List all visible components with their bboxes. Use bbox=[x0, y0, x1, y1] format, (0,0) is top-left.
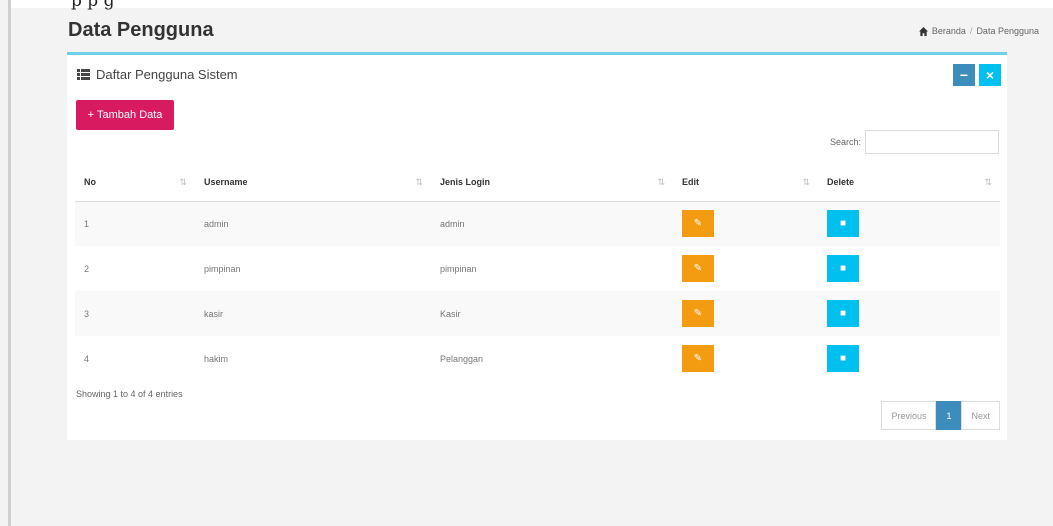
trash-icon: ■ bbox=[839, 308, 847, 319]
plus-icon: + bbox=[87, 109, 94, 121]
top-strip: p p g bbox=[11, 0, 1053, 11]
delete-button[interactable]: ■ bbox=[827, 255, 859, 282]
edit-icon: ✎ bbox=[693, 353, 703, 364]
breadcrumb: Beranda / Data Pengguna bbox=[918, 26, 1039, 36]
remove-button[interactable]: × bbox=[979, 64, 1001, 86]
pagination: Previous 1 Next bbox=[881, 401, 1000, 430]
row-delete-cell: ■ bbox=[818, 246, 1000, 291]
row-username: pimpinan bbox=[204, 263, 241, 274]
search-input[interactable] bbox=[865, 130, 999, 154]
edit-button[interactable]: ✎ bbox=[682, 345, 714, 372]
row-username: kasir bbox=[195, 291, 431, 336]
row-no: 4 bbox=[84, 353, 90, 364]
page-1-button[interactable]: 1 bbox=[936, 401, 962, 430]
add-data-button[interactable]: + Tambah Data bbox=[76, 100, 174, 130]
row-delete-cell: ■ bbox=[818, 336, 1000, 381]
delete-button[interactable]: ■ bbox=[827, 300, 859, 327]
next-page-button[interactable]: Next bbox=[961, 401, 1000, 430]
table-row: 2 pimpinan pimpinan ✎ ■ bbox=[75, 246, 1000, 291]
breadcrumb-separator: / bbox=[969, 26, 973, 36]
breadcrumb-current: Data Pengguna bbox=[976, 26, 1039, 36]
sort-icon: ⇅ bbox=[984, 177, 992, 187]
row-jenis-login: admin bbox=[431, 201, 673, 246]
row-no: 3 bbox=[75, 291, 195, 336]
search-wrap: Search: bbox=[830, 130, 999, 154]
row-edit-cell: ✎ bbox=[673, 336, 818, 381]
edit-icon: ✎ bbox=[693, 308, 703, 319]
row-delete-cell: ■ bbox=[818, 291, 1000, 336]
collapse-button[interactable]: − bbox=[953, 64, 975, 86]
box-title-text: Daftar Pengguna Sistem bbox=[96, 67, 238, 82]
users-table: No ⇅ Username ⇅ Jenis Login ⇅ Edit ⇅ Delete ⇅… bbox=[75, 163, 1000, 381]
search-label: Search: bbox=[829, 137, 861, 147]
sort-icon: ⇅ bbox=[179, 177, 187, 187]
page-title: Data Pengguna bbox=[68, 19, 214, 41]
column-header-no[interactable]: No ⇅ bbox=[75, 163, 195, 202]
table-row: 3 kasir Kasir ✎ ■ bbox=[75, 291, 1000, 336]
row-jenis-login: Kasir bbox=[431, 291, 673, 336]
box-title: Daftar Pengguna Sistem bbox=[77, 67, 238, 82]
edit-button[interactable]: ✎ bbox=[682, 255, 714, 282]
delete-button[interactable]: ■ bbox=[827, 345, 859, 372]
row-delete-cell: ■ bbox=[818, 201, 1000, 246]
left-border bbox=[8, 0, 11, 526]
box-tools: − × bbox=[953, 64, 1001, 86]
box-header: Daftar Pengguna Sistem − × bbox=[67, 55, 1007, 95]
sort-icon: ⇅ bbox=[415, 177, 423, 187]
users-box: Daftar Pengguna Sistem − × + Tambah Data… bbox=[67, 52, 1007, 440]
column-header-edit[interactable]: Edit ⇅ bbox=[673, 163, 818, 202]
row-jenis-login: Pelanggan bbox=[440, 353, 484, 364]
row-edit-cell: ✎ bbox=[673, 201, 818, 246]
edit-button[interactable]: ✎ bbox=[682, 210, 714, 238]
column-header-delete[interactable]: Delete ⇅ bbox=[818, 163, 1000, 202]
row-jenis-login: pimpinan bbox=[440, 263, 477, 274]
column-header-jenis-login[interactable]: Jenis Login ⇅ bbox=[431, 163, 673, 202]
row-no: 1 bbox=[75, 201, 195, 246]
breadcrumb-home-link[interactable]: Beranda bbox=[932, 26, 966, 36]
trash-icon: ■ bbox=[839, 218, 847, 230]
table-row: 4 hakim Pelanggan ✎ ■ bbox=[75, 336, 1000, 381]
table-row: 1 admin admin ✎ ■ bbox=[75, 201, 1000, 246]
previous-page-button[interactable]: Previous bbox=[881, 401, 937, 430]
row-username: hakim bbox=[204, 353, 229, 364]
add-data-label: Tambah Data bbox=[97, 109, 163, 121]
table-header-row: No ⇅ Username ⇅ Jenis Login ⇅ Edit ⇅ Delete ⇅ bbox=[75, 163, 1000, 202]
home-icon bbox=[918, 26, 928, 36]
edit-icon: ✎ bbox=[693, 263, 703, 274]
row-edit-cell: ✎ bbox=[673, 246, 818, 291]
edit-button[interactable]: ✎ bbox=[682, 300, 714, 327]
column-header-username[interactable]: Username ⇅ bbox=[195, 163, 431, 202]
table-info: Showing 1 to 4 of 4 entries bbox=[76, 389, 183, 399]
trash-icon: ■ bbox=[839, 263, 847, 274]
edit-icon: ✎ bbox=[693, 218, 703, 230]
delete-button[interactable]: ■ bbox=[827, 210, 859, 238]
trash-icon: ■ bbox=[839, 353, 847, 364]
sort-icon: ⇅ bbox=[657, 177, 665, 187]
list-icon bbox=[77, 69, 90, 80]
top-cut-text: p p g bbox=[71, 0, 115, 11]
sort-icon: ⇅ bbox=[802, 177, 810, 187]
row-edit-cell: ✎ bbox=[673, 291, 818, 336]
row-username: admin bbox=[195, 201, 431, 246]
row-no: 2 bbox=[84, 263, 90, 274]
